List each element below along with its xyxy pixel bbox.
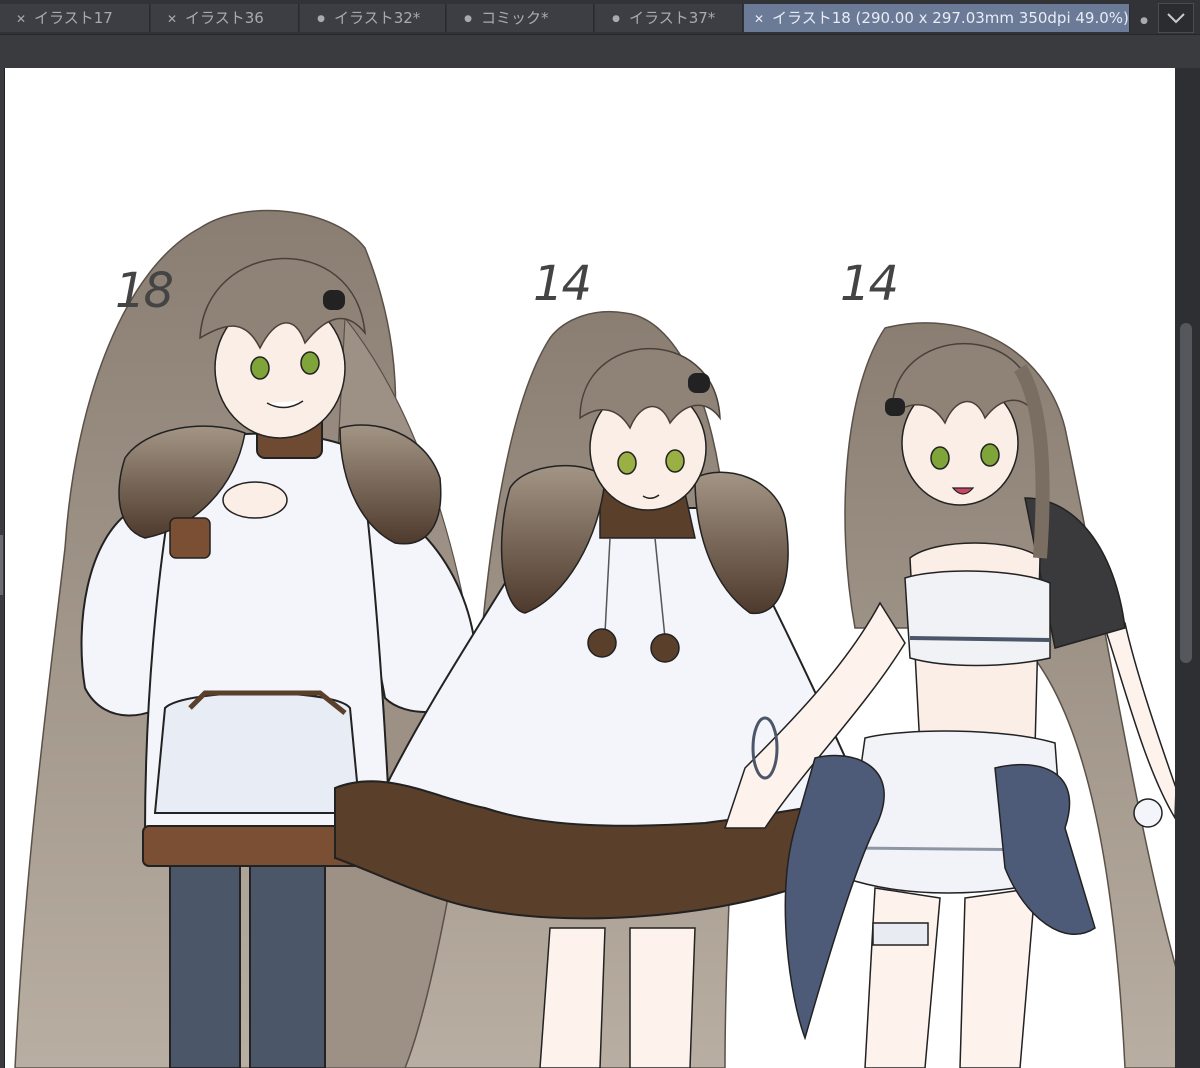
modified-dot-icon xyxy=(314,4,328,32)
modified-dot-icon xyxy=(1132,4,1156,32)
tab-label: イラスト37* xyxy=(629,9,716,27)
tab-label: イラスト17 xyxy=(34,9,113,27)
age-label-18: 18 xyxy=(115,263,174,319)
character-18 xyxy=(14,209,488,1068)
tab-label: イラスト18 (290.00 x 297.03mm 350dpi 49.0%) xyxy=(772,9,1129,27)
tab-comic[interactable]: コミック* xyxy=(447,4,594,32)
tab-label: イラスト36 xyxy=(185,9,264,27)
canvas-workspace[interactable]: 18 14 14 xyxy=(0,35,1200,1068)
panel-edge-handle[interactable] xyxy=(0,535,3,595)
character-illustration xyxy=(14,209,1176,1068)
modified-dot-icon xyxy=(609,4,623,32)
scroll-thumb[interactable] xyxy=(1180,323,1192,663)
tab-illust37[interactable]: イラスト37* xyxy=(595,4,743,32)
close-icon[interactable] xyxy=(752,4,766,32)
chevron-down-icon xyxy=(1167,13,1185,24)
tab-list-dropdown-button[interactable] xyxy=(1158,3,1194,33)
tab-illust17[interactable]: イラスト17 xyxy=(0,4,150,32)
document-tab-bar: イラスト17 イラスト36 イラスト32* コミック* イラスト37* イラスト… xyxy=(0,0,1200,35)
close-icon[interactable] xyxy=(165,4,179,32)
tab-illust32[interactable]: イラスト32* xyxy=(300,4,446,32)
tab-label: コミック* xyxy=(481,9,549,27)
age-label-14-middle: 14 xyxy=(533,256,592,312)
tab-illust36[interactable]: イラスト36 xyxy=(151,4,299,32)
tab-illust18-active[interactable]: イラスト18 (290.00 x 297.03mm 350dpi 49.0%) xyxy=(744,4,1130,32)
vertical-scrollbar[interactable] xyxy=(1175,68,1200,1068)
modified-dot-icon xyxy=(461,4,475,32)
drawing-canvas[interactable]: 18 14 14 xyxy=(4,68,1176,1068)
age-label-14-right: 14 xyxy=(840,256,899,312)
close-icon[interactable] xyxy=(14,4,28,32)
tab-label: イラスト32* xyxy=(334,9,421,27)
